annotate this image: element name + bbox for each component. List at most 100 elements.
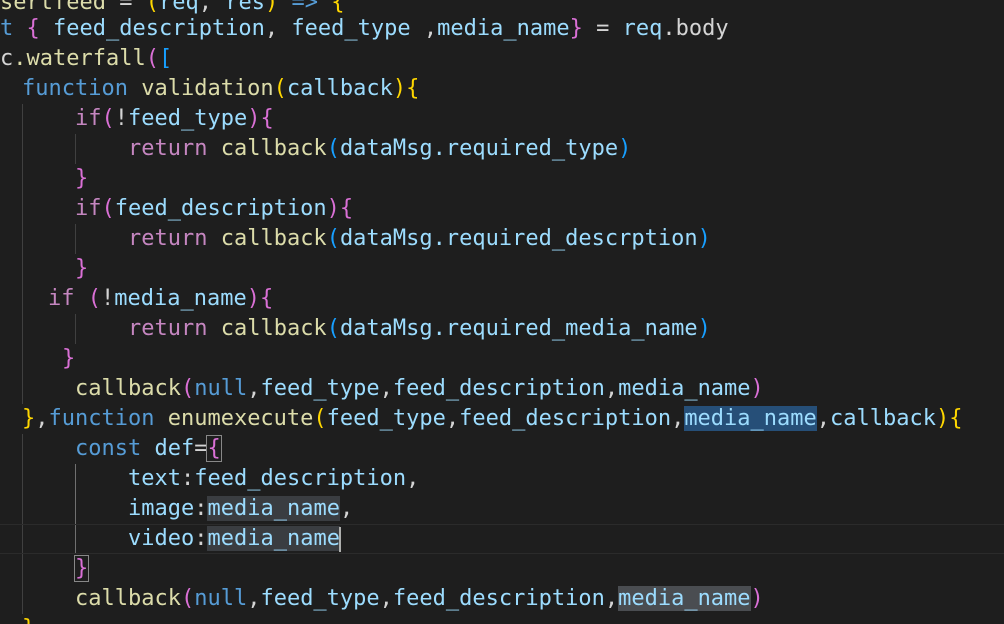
line-if-description[interactable]: if(feed_description){ bbox=[0, 194, 353, 224]
code-token: ) bbox=[246, 286, 260, 311]
code-token: ( bbox=[101, 106, 115, 131]
line-video-prop[interactable]: video:media_name bbox=[0, 524, 1004, 554]
code-line-content: return callback(dataMsg.required_media_n… bbox=[128, 316, 711, 341]
code-token: feed_type bbox=[326, 406, 446, 431]
line-validation[interactable]: function validation(callback){ bbox=[0, 74, 419, 104]
code-line-content: const def={ bbox=[75, 435, 222, 462]
line-close-if-type[interactable]: } bbox=[0, 164, 88, 194]
text-cursor bbox=[339, 527, 341, 552]
code-token: { bbox=[406, 76, 420, 101]
code-token: feed_description bbox=[194, 466, 407, 491]
code-token: if bbox=[48, 286, 88, 311]
code-line-content: callback(null,feed_type,feed_description… bbox=[75, 586, 764, 611]
code-line-content: image:media_name, bbox=[128, 496, 353, 521]
code-token: .body bbox=[662, 16, 729, 41]
code-token: .waterfall bbox=[13, 46, 146, 71]
line-waterfall[interactable]: c.waterfall([ bbox=[0, 44, 172, 74]
code-token: return bbox=[128, 226, 221, 251]
code-token: .required_media_name bbox=[432, 316, 698, 341]
code-token: function bbox=[48, 406, 168, 431]
code-token: , bbox=[816, 406, 831, 431]
code-token: callback bbox=[75, 376, 181, 401]
code-token: , bbox=[604, 376, 619, 401]
code-token: enumexecute bbox=[167, 406, 314, 431]
line-image-prop[interactable]: image:media_name, bbox=[0, 494, 353, 524]
code-token: res bbox=[225, 0, 265, 15]
code-token: media_name bbox=[684, 406, 817, 431]
code-token: ( bbox=[87, 286, 101, 311]
line-close-if-media[interactable]: } bbox=[0, 344, 75, 374]
code-token: null bbox=[194, 376, 248, 401]
code-token: feed_description bbox=[392, 586, 605, 611]
line-if-type[interactable]: if(!feed_type){ bbox=[0, 104, 274, 134]
line-enumexecute[interactable]: },function enumexecute(feed_type,feed_de… bbox=[0, 404, 962, 434]
line-close-def[interactable]: } bbox=[0, 554, 90, 584]
code-line-content: if (!media_name){ bbox=[48, 286, 273, 311]
line-close-waterfall[interactable]: } bbox=[0, 614, 35, 624]
code-token: req bbox=[622, 16, 663, 41]
code-line-content: video:media_name bbox=[128, 526, 340, 551]
code-line-content: if(feed_description){ bbox=[75, 196, 353, 221]
line-if-media[interactable]: if (!media_name){ bbox=[0, 284, 273, 314]
line-destructure[interactable]: t { feed_description, feed_type ,media_n… bbox=[0, 14, 729, 44]
code-token: text bbox=[128, 466, 181, 491]
code-token: media_name bbox=[618, 376, 751, 401]
code-editor[interactable]: sertfeed = (req, res) => {t { feed_descr… bbox=[0, 0, 1004, 624]
code-token: ) bbox=[264, 0, 292, 15]
code-token: ( bbox=[326, 226, 340, 251]
code-line-content: } bbox=[75, 256, 88, 281]
code-token: { bbox=[949, 406, 963, 431]
code-token: ( bbox=[273, 76, 287, 101]
code-line-content: return callback(dataMsg.required_type) bbox=[128, 136, 631, 161]
line-close-if-description[interactable]: } bbox=[0, 254, 88, 284]
code-token: ) bbox=[697, 226, 711, 251]
code-token: => bbox=[291, 0, 332, 15]
code-token: , bbox=[247, 376, 261, 401]
code-token: = bbox=[119, 0, 146, 15]
code-token: ) bbox=[697, 316, 711, 341]
code-token: } bbox=[75, 256, 89, 281]
code-token: : bbox=[194, 496, 208, 521]
line-callback-1[interactable]: callback(null,feed_type,feed_description… bbox=[0, 374, 764, 404]
line-return-type[interactable]: return callback(dataMsg.required_type) bbox=[0, 134, 631, 164]
code-token: } bbox=[569, 16, 583, 41]
code-token: .required_descrption bbox=[432, 226, 698, 251]
code-token: , bbox=[379, 376, 393, 401]
code-token: = bbox=[194, 436, 208, 461]
code-token: } bbox=[22, 616, 35, 624]
code-token: callback bbox=[220, 226, 327, 251]
code-token: feed_type bbox=[291, 16, 411, 41]
code-token: ( bbox=[180, 376, 195, 401]
code-token: , bbox=[445, 406, 460, 431]
code-token: callback bbox=[220, 136, 327, 161]
code-token: media_name bbox=[207, 496, 340, 521]
code-token: ( bbox=[180, 586, 195, 611]
code-token: : bbox=[180, 466, 195, 491]
code-token: [ bbox=[158, 46, 173, 71]
code-token: ) bbox=[935, 406, 950, 431]
code-line-content: } bbox=[75, 166, 88, 191]
code-line-content: },function enumexecute(feed_type,feed_de… bbox=[22, 406, 962, 431]
code-token: { bbox=[26, 16, 53, 41]
code-token: , bbox=[410, 16, 438, 41]
line-return-description[interactable]: return callback(dataMsg.required_descrpt… bbox=[0, 224, 711, 254]
code-token: media_name bbox=[114, 286, 247, 311]
code-token: c bbox=[0, 46, 14, 71]
line-const-def[interactable]: const def={ bbox=[0, 434, 222, 464]
code-token: sertfeed bbox=[0, 0, 120, 15]
code-line-content: text:feed_description, bbox=[128, 466, 419, 491]
code-token: , bbox=[671, 406, 685, 431]
code-token: { bbox=[339, 196, 354, 221]
code-token: ) bbox=[326, 196, 340, 221]
line-callback-2[interactable]: callback(null,feed_type,feed_description… bbox=[0, 584, 764, 614]
line-return-media[interactable]: return callback(dataMsg.required_media_n… bbox=[0, 314, 711, 344]
code-token: , bbox=[264, 16, 292, 41]
code-line-content: t { feed_description, feed_type ,media_n… bbox=[0, 16, 729, 41]
code-token: ( bbox=[326, 316, 340, 341]
code-line-content: if(!feed_type){ bbox=[75, 106, 274, 131]
code-line-content: } bbox=[62, 346, 75, 371]
code-token: .required_type bbox=[432, 136, 619, 161]
line-text-prop[interactable]: text:feed_description, bbox=[0, 464, 419, 494]
code-token: } bbox=[62, 346, 76, 371]
code-token: } bbox=[73, 555, 90, 582]
